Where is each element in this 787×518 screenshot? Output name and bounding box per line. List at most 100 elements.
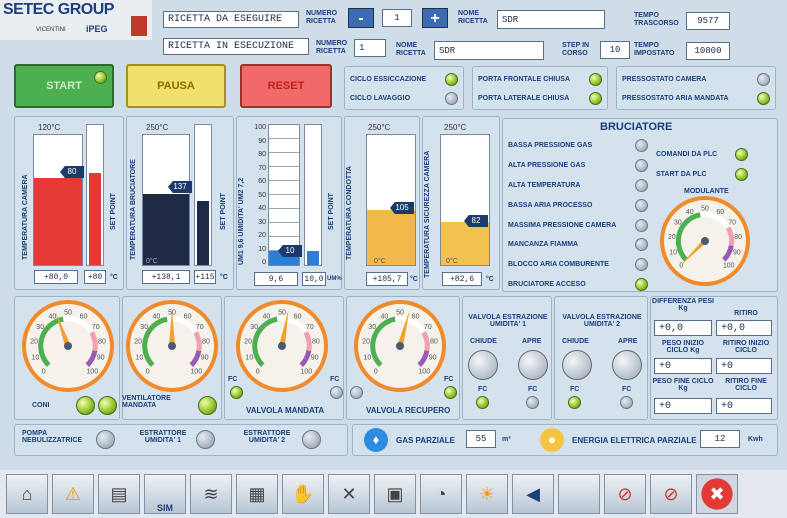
porta-laterale-label: PORTA LATERALE CHIUSA <box>478 95 570 102</box>
gas-value: 55 <box>466 430 496 448</box>
valvola-estr1-apre-button[interactable] <box>518 350 548 380</box>
numero-ricetta-input[interactable]: 1 <box>382 9 412 27</box>
nome-ricetta-input[interactable]: SDR <box>497 10 605 29</box>
gauge-screen-icon[interactable]: ◔ <box>420 474 462 514</box>
start-label: START <box>46 80 82 92</box>
start-plc-row: START DA PLC <box>656 168 748 181</box>
gauge-tick-label: 40 <box>686 209 694 216</box>
modulante-gauge: 0 10 20 30 40 50 60 70 80 90 100 <box>660 196 750 286</box>
disabled-warning-icon[interactable]: ⊘ <box>650 474 692 514</box>
ventilatore-label: VENTILATORE MANDATA <box>122 395 171 409</box>
umidita-setpoint-label: SET POINT <box>328 193 335 230</box>
bruciatore-item-led-icon <box>635 198 648 212</box>
gauge-tick-label: 40 <box>152 313 160 320</box>
peso-inizio-value: +0 <box>654 358 712 374</box>
stop-hand-icon[interactable]: ✋ <box>282 474 324 514</box>
gauge-tick-label: 70 <box>424 324 432 331</box>
scale-tick: 20 <box>258 232 266 239</box>
temp-condotta-unit: °C <box>410 276 418 283</box>
gauge-tick-label: 80 <box>202 339 210 346</box>
temp-camera-top: 120°C <box>38 123 61 132</box>
calendar-clock-icon[interactable]: ▦ <box>236 474 278 514</box>
reset-button[interactable]: RESET <box>240 64 332 108</box>
valvola-estr1-chiude-button[interactable] <box>468 350 498 380</box>
gauge-tick-label: 30 <box>368 324 376 331</box>
plus-button[interactable]: + <box>422 8 448 28</box>
start-plc-led-icon <box>735 168 748 181</box>
gauge-tick-label: 30 <box>140 324 148 331</box>
umidita-pointer: 10 <box>278 245 302 257</box>
back-arrow-icon[interactable]: ◀ <box>512 474 554 514</box>
temp-condotta-bar-fill <box>367 210 415 265</box>
temp-camera-pointer: 80 <box>60 166 84 178</box>
minus-button[interactable]: - <box>348 8 374 28</box>
sim-chart-icon[interactable]: SIM <box>144 474 186 514</box>
gas-flame-icon: ♦ <box>364 428 388 452</box>
home-icon[interactable]: ⌂ <box>6 474 48 514</box>
valvola-estr1-chiude: CHIUDE <box>470 338 497 345</box>
umidita-set-fill <box>307 251 319 265</box>
gauge-dial: 010 20 30 40 50 60 70 80 90 100 <box>22 300 114 392</box>
sim-label: SIM <box>156 503 173 513</box>
valvola-estr2-apre-button[interactable] <box>612 350 642 380</box>
gas-label: GAS PARZIALE <box>396 436 455 445</box>
ritiro-label: RITIRO <box>734 310 758 317</box>
warning-icon[interactable]: ⚠ <box>52 474 94 514</box>
valvola-estr2-fc1: FC <box>570 386 580 393</box>
brand-sub1: VICENTINI <box>36 27 66 33</box>
tools-icon[interactable]: ✕ <box>328 474 370 514</box>
comandi-plc-led-icon <box>735 148 748 161</box>
valvola-mandata-gauge: 0 10 20 30 40 50 60 70 80 90 100 <box>236 300 328 392</box>
pressostato-camera-led-icon <box>757 73 770 86</box>
valvola-estr2-chiude-button[interactable] <box>562 350 592 380</box>
energy-gas-icon[interactable]: ☀ <box>466 474 508 514</box>
blank-button[interactable] <box>558 474 600 514</box>
temp-sicurezza-unit: °C <box>486 276 494 283</box>
temp-sicurezza-bottom: 0°C <box>446 258 458 265</box>
valvola-estr2-chiude: CHIUDE <box>562 338 589 345</box>
pressostati-panel: PRESSOSTATO CAMERA PRESSOSTATO ARIA MAND… <box>616 66 776 110</box>
temp-condotta-label: TEMPERATURA CONDOTTA <box>346 166 353 260</box>
trend-chart-icon[interactable]: ≋ <box>190 474 232 514</box>
valvola-mandata-led-right-icon <box>330 386 343 399</box>
temp-camera-bar-fill <box>34 178 82 265</box>
start-plc-label: START DA PLC <box>656 171 707 178</box>
disabled-chart-icon[interactable]: ⊘ <box>604 474 646 514</box>
temp-camera-set-value: +80 <box>84 270 106 284</box>
clipboard-icon[interactable]: ▤ <box>98 474 140 514</box>
toolbar: ⌂ ⚠ ▤ SIM ≋ ▦ ✋ ✕ ▣ ◔ ☀ ◀ ⊘ ⊘ ✖ <box>0 470 787 518</box>
temp-camera-readout: +80,0 <box>34 270 78 284</box>
gauge-hub <box>168 342 176 350</box>
temp-camera-set-fill <box>89 172 101 265</box>
pressostato-aria-label: PRESSOSTATO ARIA MANDATA <box>622 95 729 102</box>
bruciatore-item-led-icon <box>635 178 648 192</box>
ciclo-panel: CICLO ESSICCAZIONE CICLO LAVAGGIO <box>344 66 464 110</box>
temp-bruciatore-bar-track <box>142 134 190 266</box>
gauge-tick-label: 60 <box>412 313 420 320</box>
gauge-tick-label: 50 <box>64 310 72 317</box>
ciclo-essiccazione-led-icon <box>445 73 458 86</box>
valvola-recupero-gauge: 0 10 20 30 40 50 60 70 80 90 100 <box>354 300 446 392</box>
gauge-tick-label: 70 <box>196 324 204 331</box>
bruciatore-item-label: ALTA PRESSIONE GAS <box>508 162 586 170</box>
temp-camera-label: TEMPERATURA CAMERA <box>22 174 29 260</box>
gauge-tick-label: 10 <box>363 355 371 362</box>
gauge-tick-label: 90 <box>733 249 741 256</box>
gauge-tick-label: 100 <box>418 368 430 375</box>
valvola-mandata-fc-left: FC <box>228 376 238 383</box>
umidita-label: UM1 9,6 UMIDITA' UM2 7,2 <box>238 177 245 265</box>
temp-bruciatore-set-fill <box>197 200 209 265</box>
gauge-tick-label: 20 <box>244 339 252 346</box>
umidita-set-track <box>304 124 322 266</box>
gauge-hub <box>396 342 404 350</box>
temp-bruciatore-setpoint-label: SET POINT <box>220 193 227 230</box>
tempo-impostato-label: TEMPO IMPOSTATO <box>634 42 675 57</box>
monitor-settings-icon[interactable]: ▣ <box>374 474 416 514</box>
start-button[interactable]: START <box>14 64 114 108</box>
close-icon[interactable]: ✖ <box>696 474 738 514</box>
step-label: STEP IN CORSO <box>562 42 590 57</box>
pausa-button[interactable]: PAUSA <box>126 64 226 108</box>
gauge-tick-label: 30 <box>674 219 682 226</box>
porta-laterale-led-icon <box>589 92 602 105</box>
pressostato-aria-led-icon <box>757 92 770 105</box>
